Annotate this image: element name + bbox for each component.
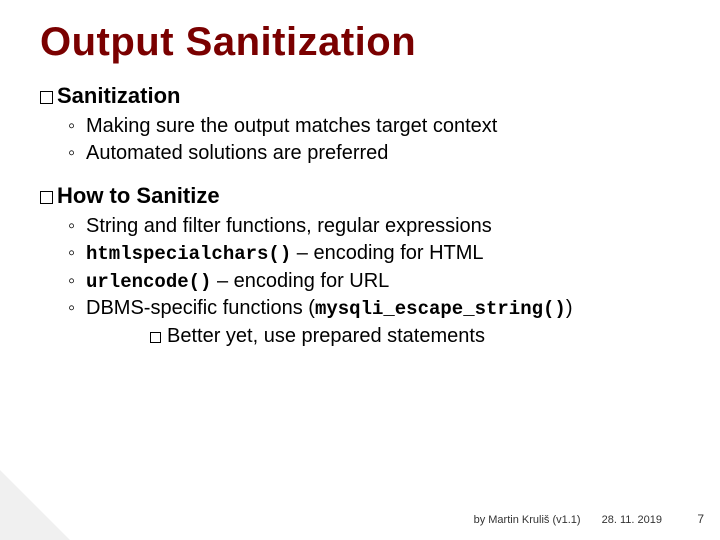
list-item-text: DBMS-specific functions ( bbox=[86, 297, 315, 319]
section-heading-how-to-sanitize: How to Sanitize bbox=[40, 183, 680, 209]
section-list-sanitization: Making sure the output matches target co… bbox=[68, 113, 680, 167]
section-list-how-to-sanitize: String and filter functions, regular exp… bbox=[68, 213, 680, 350]
code-urlencode: urlencode() bbox=[86, 271, 211, 293]
code-htmlspecialchars: htmlspecialchars() bbox=[86, 243, 291, 265]
list-item: urlencode() – encoding for URL bbox=[68, 268, 680, 296]
list-item: DBMS-specific functions (mysqli_escape_s… bbox=[68, 295, 680, 350]
footer-date: 28. 11. 2019 bbox=[602, 514, 662, 526]
section-heading-text: Sanitization bbox=[57, 83, 180, 108]
code-mysqli-escape-string: mysqli_escape_string() bbox=[315, 298, 566, 320]
list-item: Automated solutions are preferred bbox=[68, 140, 680, 167]
footer: by Martin Kruliš (v1.1) 28. 11. 2019 7 bbox=[474, 514, 680, 526]
corner-decoration bbox=[0, 470, 70, 540]
bullet-square-icon bbox=[40, 91, 53, 104]
slide-title: Output Sanitization bbox=[40, 20, 680, 65]
bullet-square-icon bbox=[150, 332, 161, 343]
list-item-text: ) bbox=[566, 297, 573, 319]
list-item: Making sure the output matches target co… bbox=[68, 113, 680, 140]
section-heading-sanitization: Sanitization bbox=[40, 83, 680, 109]
slide: Output Sanitization Sanitization Making … bbox=[0, 0, 720, 540]
section-heading-text: How to Sanitize bbox=[57, 183, 220, 208]
list-item-text: – encoding for HTML bbox=[291, 242, 483, 264]
list-item-text: Automated solutions are preferred bbox=[86, 142, 388, 164]
footer-author: by Martin Kruliš (v1.1) bbox=[474, 514, 581, 526]
list-item: String and filter functions, regular exp… bbox=[68, 213, 680, 240]
list-item-text: – encoding for URL bbox=[211, 270, 389, 292]
bullet-square-icon bbox=[40, 191, 53, 204]
sub-list-item: Better yet, use prepared statements bbox=[132, 323, 680, 350]
page-number: 7 bbox=[697, 512, 704, 526]
list-item-text: Making sure the output matches target co… bbox=[86, 115, 497, 137]
list-item-text: String and filter functions, regular exp… bbox=[86, 215, 492, 237]
list-item: htmlspecialchars() – encoding for HTML bbox=[68, 240, 680, 268]
sub-list-item-text: Better yet, use prepared statements bbox=[167, 325, 485, 347]
